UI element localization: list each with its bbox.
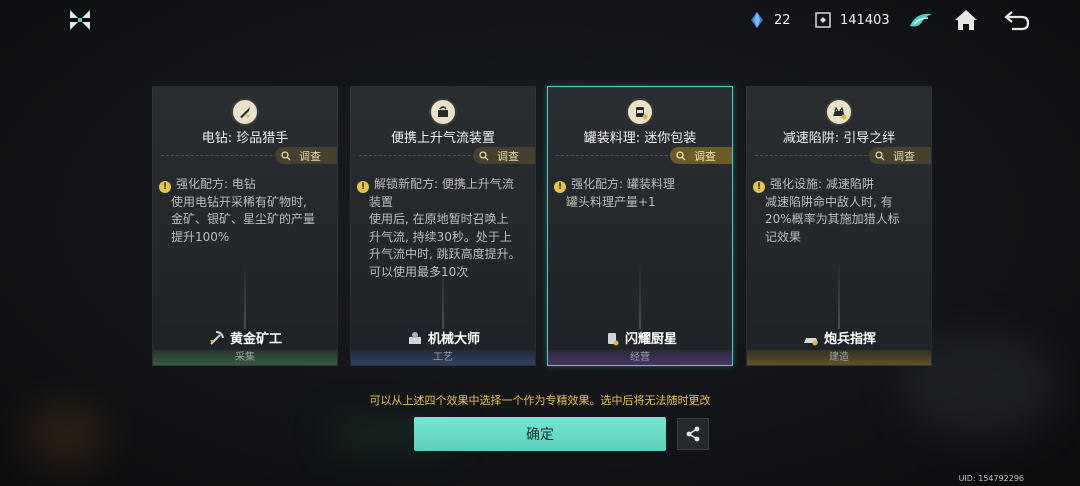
badge-label: 机械大师 (427, 332, 480, 347)
back-icon[interactable] (1002, 6, 1032, 34)
coin-icon (815, 12, 831, 28)
card-badge: 黄金矿工 (153, 328, 337, 347)
light-streak (639, 259, 641, 329)
category-label: 采集 (153, 350, 337, 365)
desc-line: 升气流, 持续30秒。处于上 (369, 229, 512, 244)
investigate-label: 调查 (497, 149, 519, 163)
card-title: 减速陷阱: 引导之绊 (782, 131, 896, 146)
card-badge: 炮兵指挥 (747, 328, 931, 347)
cannon-icon (803, 337, 818, 345)
card-description: ! 强化配方: 电钻 使用电钻开采稀有矿物时, 金矿、银矿、星尘矿的产量 提升10… (159, 176, 329, 246)
top-bar: 22 141403 (0, 0, 1080, 42)
desc-line: 强化配方: 电钻 (176, 177, 256, 191)
desc-line: 使用电钻开采稀有矿物时, (171, 194, 307, 209)
category-label: 经营 (548, 350, 732, 365)
background-blur (20, 400, 110, 470)
coin-count: 141403 (840, 12, 890, 28)
updraft-device-icon (429, 98, 457, 126)
desc-line: 提升100% (171, 229, 230, 244)
magnifier-icon (676, 150, 686, 160)
card-title: 电钻: 珍品猎手 (201, 131, 289, 146)
investigate-button[interactable]: 调查 (275, 147, 337, 164)
desc-line: 罐头料理产量+1 (566, 194, 656, 209)
confirm-button[interactable]: 确定 (414, 417, 666, 451)
share-icon (686, 426, 700, 442)
crystal-icon (751, 12, 763, 28)
light-streak (838, 259, 840, 329)
desc-line: 使用后, 在原地暂时召唤上 (369, 212, 509, 226)
category-label: 建造 (747, 350, 931, 365)
desc-line: 20%概率为其施加猎人标 (765, 212, 900, 226)
desc-line: 记效果 (765, 229, 802, 244)
trap-icon (825, 98, 853, 126)
desc-line: 强化设施: 减速陷阱 (770, 177, 874, 191)
category-label: 工艺 (351, 350, 535, 365)
badge-label: 闪耀厨星 (624, 332, 677, 347)
home-icon[interactable] (951, 6, 981, 34)
magnifier-icon (875, 150, 885, 160)
mount-icon[interactable] (906, 6, 936, 34)
light-streak (244, 259, 246, 329)
magnifier-icon (281, 150, 291, 160)
investigate-label: 调查 (694, 149, 716, 163)
logo-icon[interactable] (66, 6, 94, 34)
chef-icon (607, 332, 619, 345)
perk-card-trap[interactable]: 减速陷阱: 引导之绊 调查 ! 强化设施: 减速陷阱 减速陷阱命中敌人时, 有 2… (746, 86, 932, 366)
crystal-count: 22 (774, 12, 791, 28)
desc-line: 解锁新配方: 便携上升气流 (374, 177, 514, 191)
desc-line: 强化配方: 罐装料理 (571, 177, 675, 191)
info-icon: ! (753, 181, 765, 193)
card-badge: 闪耀厨星 (548, 328, 732, 347)
info-icon: ! (357, 181, 369, 193)
desc-line: 减速陷阱命中敌人时, 有 (765, 194, 893, 209)
can-icon (626, 98, 654, 126)
perk-card-drill[interactable]: 电钻: 珍品猎手 调查 ! 强化配方: 电钻 使用电钻开采稀有矿物时, 金矿、银矿… (152, 86, 338, 366)
badge-label: 炮兵指挥 (823, 332, 876, 347)
drill-icon (231, 98, 259, 126)
selection-notice: 可以从上述四个效果中选择一个作为专精效果。选中后将无法随时更改 (369, 394, 711, 407)
card-title: 罐装料理: 迷你包装 (583, 131, 697, 146)
card-title: 便携上升气流装置 (390, 131, 495, 146)
investigate-button[interactable]: 调查 (473, 147, 535, 164)
machine-icon (408, 331, 421, 344)
uid-label: UID: 154792296 (958, 474, 1024, 483)
card-description: ! 强化设施: 减速陷阱 减速陷阱命中敌人时, 有 20%概率为其施加猎人标 记效… (753, 176, 923, 246)
investigate-label: 调查 (299, 149, 321, 163)
info-icon: ! (159, 181, 171, 193)
pickaxe-icon (209, 330, 224, 345)
investigate-button[interactable]: 调查 (670, 147, 732, 164)
desc-line: 金矿、银矿、星尘矿的产量 (171, 212, 316, 226)
investigate-button[interactable]: 调查 (869, 147, 931, 164)
magnifier-icon (479, 150, 489, 160)
desc-line: 装置 (369, 194, 394, 209)
card-description: ! 强化配方: 罐装料理 罐头料理产量+1 (554, 176, 724, 211)
info-icon: ! (554, 181, 566, 193)
investigate-label: 调查 (893, 149, 915, 163)
perk-card-canned-food[interactable]: 罐装料理: 迷你包装 调查 ! 强化配方: 罐装料理 罐头料理产量+1 闪耀厨星 … (547, 86, 733, 366)
share-button[interactable] (677, 418, 709, 450)
coin-resource: 141403 (814, 11, 890, 29)
badge-label: 黄金矿工 (229, 332, 282, 347)
light-streak (442, 259, 444, 329)
perk-card-updraft[interactable]: 便携上升气流装置 调查 ! 解锁新配方: 便携上升气流 装置 使用后, 在原地暂时… (350, 86, 536, 366)
card-badge: 机械大师 (351, 328, 535, 347)
crystal-resource: 22 (748, 11, 791, 29)
confirm-label: 确定 (526, 427, 554, 443)
